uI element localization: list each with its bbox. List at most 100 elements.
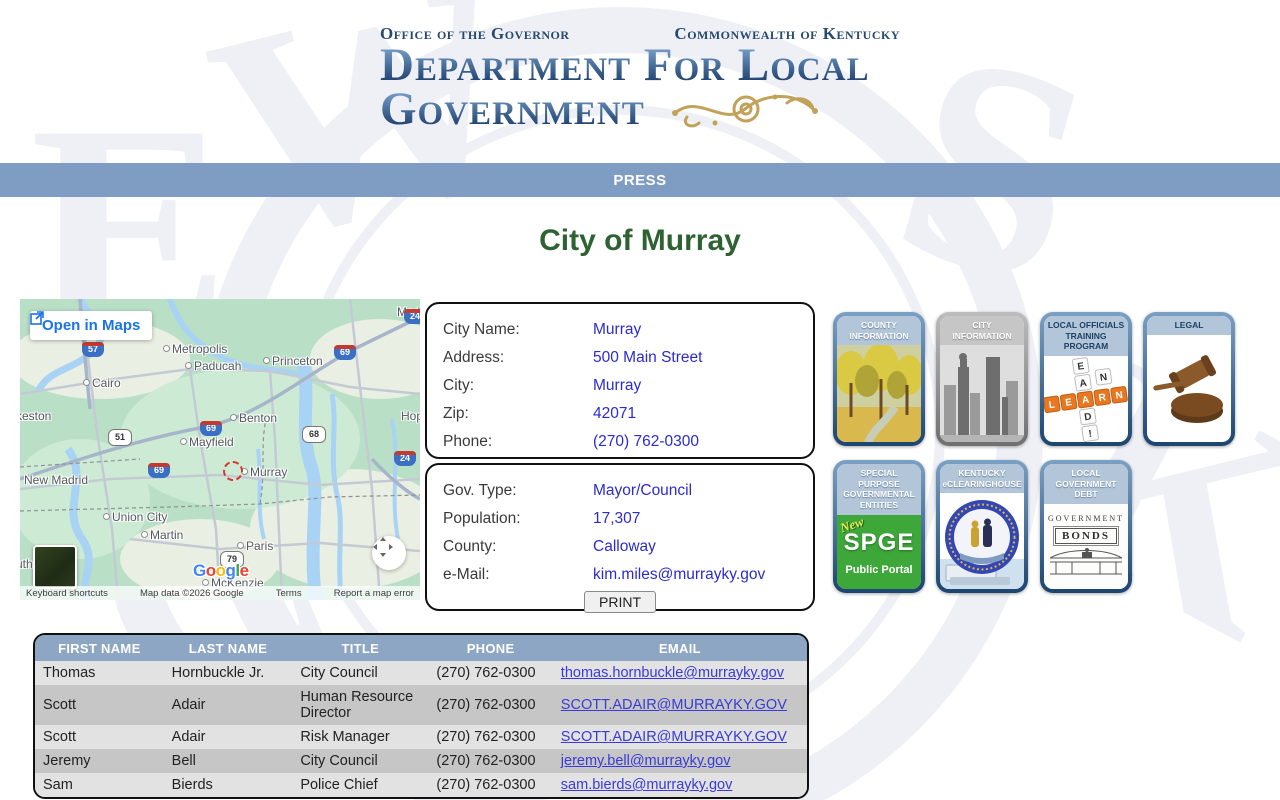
cell-phone: (270) 762-0300 xyxy=(428,661,553,685)
city-skyline-image xyxy=(940,345,1024,442)
satellite-view-toggle[interactable] xyxy=(33,545,77,589)
site-header: Office of the Governor Commonwealth of K… xyxy=(380,0,900,135)
cell-first-name: Jeremy xyxy=(35,749,164,773)
city-name-row: City Name: Murray xyxy=(443,316,797,344)
cell-last-name: Adair xyxy=(163,685,293,725)
col-header-first-name: FIRST NAME xyxy=(35,635,164,661)
interstate-69-shield-icon: 69 xyxy=(334,345,356,360)
bonds-box-text: BONDS xyxy=(1053,525,1119,546)
svg-text:N: N xyxy=(1115,390,1124,402)
spge-sub-label: Public Portal xyxy=(845,563,913,576)
tile-debt-title: LOCAL GOVERNMENT DEBT xyxy=(1044,464,1128,504)
cell-title: City Council xyxy=(292,661,429,685)
agency-title-line1: Department For Local xyxy=(380,41,900,88)
tile-spge[interactable]: SPECIAL PURPOSE GOVERNMENTAL ENTITIES Ne… xyxy=(833,460,925,593)
map-town-label: Paducah xyxy=(185,359,241,373)
email-link[interactable]: SCOTT.ADAIR@MURRAYKY.GOV xyxy=(561,697,787,713)
zip-label: Zip: xyxy=(443,405,469,422)
county-autumn-trees-image xyxy=(837,345,921,442)
table-row: Jeremy Bell City Council (270) 762-0300 … xyxy=(35,749,807,773)
address-row: Address: 500 Main Street xyxy=(443,344,797,372)
open-in-maps-label: Open in Maps xyxy=(42,317,141,334)
cell-phone: (270) 762-0300 xyxy=(428,749,553,773)
learn-lead-dice-image: E A D ! L E A R N N xyxy=(1044,356,1128,442)
interstate-69-shield-icon: 69 xyxy=(200,421,222,436)
table-row: Scott Adair Risk Manager (270) 762-0300 … xyxy=(35,725,807,749)
phone-label: Phone: xyxy=(443,433,493,450)
city-info-panel: City Name: Murray Address: 500 Main Stre… xyxy=(425,302,815,459)
tile-local-officials-training[interactable]: LOCAL OFFICIALS TRAINING PROGRAM E A D !… xyxy=(1040,312,1132,446)
tile-local-government-debt[interactable]: LOCAL GOVERNMENT DEBT GOVERNMENT BONDS xyxy=(1040,460,1132,593)
map-town-label-partial: Hopk xyxy=(401,409,420,423)
terms-link[interactable]: Terms xyxy=(276,588,302,599)
open-in-maps-button[interactable]: Open in Maps xyxy=(30,311,153,340)
tile-legal[interactable]: LEGAL xyxy=(1143,312,1235,446)
tile-kentucky-eclearinghouse[interactable]: KENTUCKY eCLEARINGHOUSE xyxy=(936,460,1028,593)
press-nav-item[interactable]: PRESS xyxy=(613,172,666,189)
cell-title: Police Chief xyxy=(292,773,429,797)
table-row-partial: Sam Bierds Police Chief (270) 762-0300 s… xyxy=(35,773,807,797)
email-link[interactable]: sam.bierds@murrayky.gov xyxy=(561,777,733,793)
map-town-label: Mayfield xyxy=(180,435,234,449)
cell-title: Risk Manager xyxy=(292,725,429,749)
tile-county-information[interactable]: COUNTY INFORMATION xyxy=(833,312,925,446)
gov-info-panel: Gov. Type: Mayor/Council Population: 17,… xyxy=(425,463,815,613)
email-link[interactable]: jeremy.bell@murrayky.gov xyxy=(561,753,731,769)
map-town-label: Princeton xyxy=(263,354,323,368)
county-value: Calloway xyxy=(593,538,656,555)
email-link[interactable]: thomas.hornbuckle@murrayky.gov xyxy=(561,665,784,681)
tile-city-title: CITY INFORMATION xyxy=(940,316,1024,346)
city-name-label: City Name: xyxy=(443,321,520,338)
email-value: kim.miles@murrayky.gov xyxy=(593,566,766,583)
address-value: 500 Main Street xyxy=(593,349,703,366)
cell-title: Human Resource Director xyxy=(292,685,429,725)
map-town-label: Metropolis xyxy=(163,342,227,356)
bonds-arc-text: GOVERNMENT xyxy=(1048,513,1124,523)
map-pan-control[interactable] xyxy=(372,536,406,570)
map-town-label-partial: keston xyxy=(20,409,52,423)
map-town-label: Martin xyxy=(141,528,183,542)
interstate-24-shield-icon: 24 xyxy=(404,309,420,324)
tile-city-information[interactable]: CITY INFORMATION xyxy=(936,312,1028,446)
svg-text:A: A xyxy=(1081,394,1090,406)
map-attribution-bar: Keyboard shortcuts Map data ©2026 Google… xyxy=(20,586,420,600)
cell-title: City Council xyxy=(292,749,429,773)
print-button[interactable]: PRINT xyxy=(584,591,656,613)
map-data-label: Map data ©2026 Google xyxy=(139,587,244,599)
email-row: e-Mail: kim.miles@murrayky.gov xyxy=(443,561,797,589)
county-row: County: Calloway xyxy=(443,533,797,561)
col-header-title: TITLE xyxy=(292,635,429,661)
agency-title-line2: Government xyxy=(380,82,645,135)
svg-text:D: D xyxy=(1084,411,1093,423)
gold-flourish-icon xyxy=(671,94,818,128)
interstate-57-shield-icon: 57 xyxy=(82,342,104,357)
svg-text:N: N xyxy=(1099,372,1108,384)
map-town-label: Murray xyxy=(241,465,287,479)
map-town-label: New Madrid xyxy=(24,473,89,487)
tile-training-title: LOCAL OFFICIALS TRAINING PROGRAM xyxy=(1044,316,1128,356)
murray-location-marker xyxy=(223,461,243,481)
us-68-shield-icon: 68 xyxy=(302,426,326,443)
tile-eclearinghouse-title: KENTUCKY eCLEARINGHOUSE xyxy=(940,464,1024,494)
external-link-icon xyxy=(30,311,44,325)
report-map-error-link[interactable]: Report a map error xyxy=(334,588,414,599)
address-label: Address: xyxy=(443,349,505,366)
bond-bridge-engraving xyxy=(1049,547,1123,575)
government-bonds-image: GOVERNMENT BONDS xyxy=(1044,503,1128,589)
tile-legal-title: LEGAL xyxy=(1147,316,1231,335)
google-map-embed[interactable]: Metropolis Paducah Princeton Cairo Bento… xyxy=(20,299,420,600)
phone-value: (270) 762-0300 xyxy=(593,433,699,450)
city-value: Murray xyxy=(593,377,642,394)
cell-last-name: Hornbuckle Jr. xyxy=(163,661,293,685)
email-link[interactable]: SCOTT.ADAIR@MURRAYKY.GOV xyxy=(561,729,787,745)
cell-phone: (270) 762-0300 xyxy=(428,773,553,797)
google-logo[interactable]: Google xyxy=(193,561,249,581)
map-town-label: Cairo xyxy=(83,376,121,390)
cell-first-name: Sam xyxy=(35,773,164,797)
cell-last-name: Bierds xyxy=(163,773,293,797)
cell-last-name: Adair xyxy=(163,725,293,749)
map-town-label: Benton xyxy=(230,411,277,425)
keyboard-shortcuts-link[interactable]: Keyboard shortcuts xyxy=(26,588,108,599)
spge-big-label: SPGE xyxy=(843,528,915,556)
table-row: Thomas Hornbuckle Jr. City Council (270)… xyxy=(35,661,807,685)
